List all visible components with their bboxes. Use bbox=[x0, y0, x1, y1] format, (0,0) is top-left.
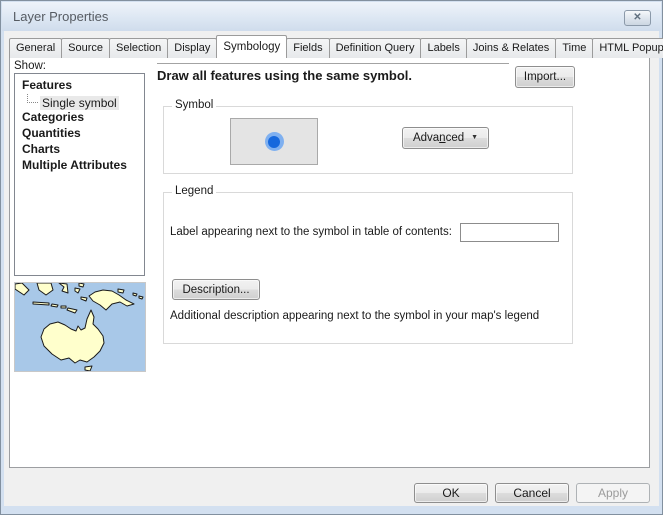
tab-source[interactable]: Source bbox=[61, 38, 110, 58]
tree-item-single-symbol[interactable]: Single symbol bbox=[15, 94, 119, 110]
tab-bar: General Source Selection Display Symbolo… bbox=[9, 35, 663, 58]
legend-group-title: Legend bbox=[172, 185, 216, 197]
tab-general[interactable]: General bbox=[9, 38, 62, 58]
tab-display[interactable]: Display bbox=[167, 38, 217, 58]
tab-fields[interactable]: Fields bbox=[286, 38, 329, 58]
apply-button[interactable]: Apply bbox=[576, 483, 650, 503]
show-label: Show: bbox=[14, 60, 46, 72]
point-symbol-halo bbox=[265, 132, 284, 151]
tab-definition-query[interactable]: Definition Query bbox=[329, 38, 422, 58]
tree-item-features[interactable]: Features bbox=[22, 78, 72, 94]
dialog-content: General Source Selection Display Symbolo… bbox=[4, 31, 659, 506]
tab-symbology[interactable]: Symbology bbox=[216, 35, 287, 58]
show-tree-listbox[interactable]: Features Single symbol Categories Quanti… bbox=[14, 73, 145, 276]
titlebar[interactable]: Layer Properties ✕ bbox=[2, 2, 661, 31]
legend-groupbox: Legend Label appearing next to the symbo… bbox=[163, 192, 573, 344]
tab-labels[interactable]: Labels bbox=[420, 38, 466, 58]
window-title: Layer Properties bbox=[13, 9, 108, 24]
dropdown-arrow-icon: ▼ bbox=[471, 134, 478, 141]
tab-joins-relates[interactable]: Joins & Relates bbox=[466, 38, 556, 58]
advanced-dropdown-button[interactable]: Advanced▼ bbox=[402, 127, 489, 149]
description-button[interactable]: Description... bbox=[172, 279, 260, 300]
symbol-preview-button[interactable] bbox=[230, 118, 318, 165]
symbol-groupbox: Symbol Advanced▼ bbox=[163, 106, 573, 174]
import-button[interactable]: Import... bbox=[515, 66, 575, 88]
tree-item-quantities[interactable]: Quantities bbox=[22, 126, 81, 142]
tree-item-multiple-attributes[interactable]: Multiple Attributes bbox=[22, 158, 127, 174]
point-symbol-core bbox=[268, 136, 280, 148]
tab-selection[interactable]: Selection bbox=[109, 38, 168, 58]
tab-time[interactable]: Time bbox=[555, 38, 593, 58]
cancel-button[interactable]: Cancel bbox=[495, 483, 569, 503]
legend-label-caption: Label appearing next to the symbol in ta… bbox=[170, 226, 452, 238]
tree-branch-icon bbox=[27, 94, 38, 103]
tree-item-charts[interactable]: Charts bbox=[22, 142, 60, 158]
legend-label-input[interactable] bbox=[460, 223, 559, 242]
close-icon[interactable]: ✕ bbox=[624, 10, 651, 26]
map-preview bbox=[14, 282, 146, 372]
header-separator bbox=[157, 63, 509, 64]
layer-properties-dialog: Layer Properties ✕ General Source Select… bbox=[0, 0, 663, 515]
symbology-tab-page: Show: Features Single symbol Categories … bbox=[9, 57, 650, 468]
symbol-group-title: Symbol bbox=[172, 99, 216, 111]
ok-button[interactable]: OK bbox=[414, 483, 488, 503]
draw-method-header: Draw all features using the same symbol. bbox=[157, 68, 412, 83]
tab-html-popup[interactable]: HTML Popup bbox=[592, 38, 663, 58]
tree-item-categories[interactable]: Categories bbox=[22, 110, 84, 126]
legend-additional-caption: Additional description appearing next to… bbox=[170, 310, 539, 322]
